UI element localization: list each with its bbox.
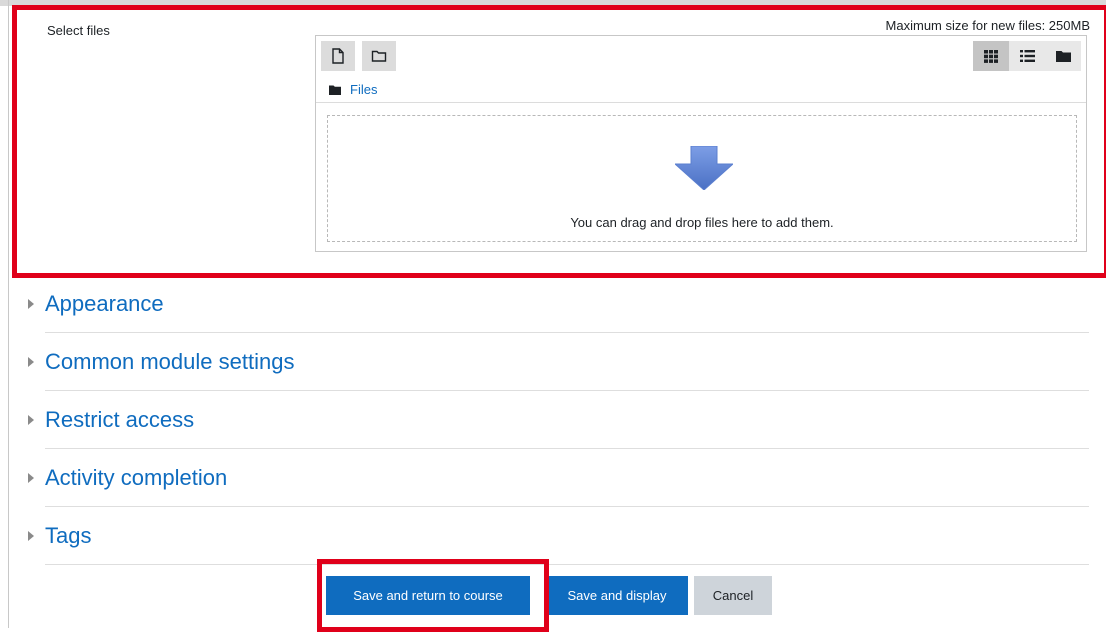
section-common-module-settings[interactable]: Common module settings	[28, 333, 1089, 391]
highlight-select-files	[12, 5, 1106, 278]
section-title: Tags	[45, 522, 92, 548]
section-title: Activity completion	[45, 464, 228, 490]
section-title: Common module settings	[45, 348, 295, 374]
save-and-display-button[interactable]: Save and display	[546, 576, 688, 615]
section-restrict-access[interactable]: Restrict access	[28, 391, 1089, 449]
cancel-button[interactable]: Cancel	[694, 576, 772, 615]
section-title: Appearance	[45, 290, 164, 316]
caret-right-icon	[28, 298, 34, 309]
left-rule	[8, 0, 9, 628]
section-tags[interactable]: Tags	[28, 507, 1089, 565]
caret-right-icon	[28, 530, 34, 541]
section-title: Restrict access	[45, 406, 195, 432]
caret-right-icon	[28, 356, 34, 367]
highlight-save-return	[317, 559, 549, 632]
caret-right-icon	[28, 472, 34, 483]
section-appearance[interactable]: Appearance	[28, 275, 1089, 333]
section-activity-completion[interactable]: Activity completion	[28, 449, 1089, 507]
caret-right-icon	[28, 414, 34, 425]
